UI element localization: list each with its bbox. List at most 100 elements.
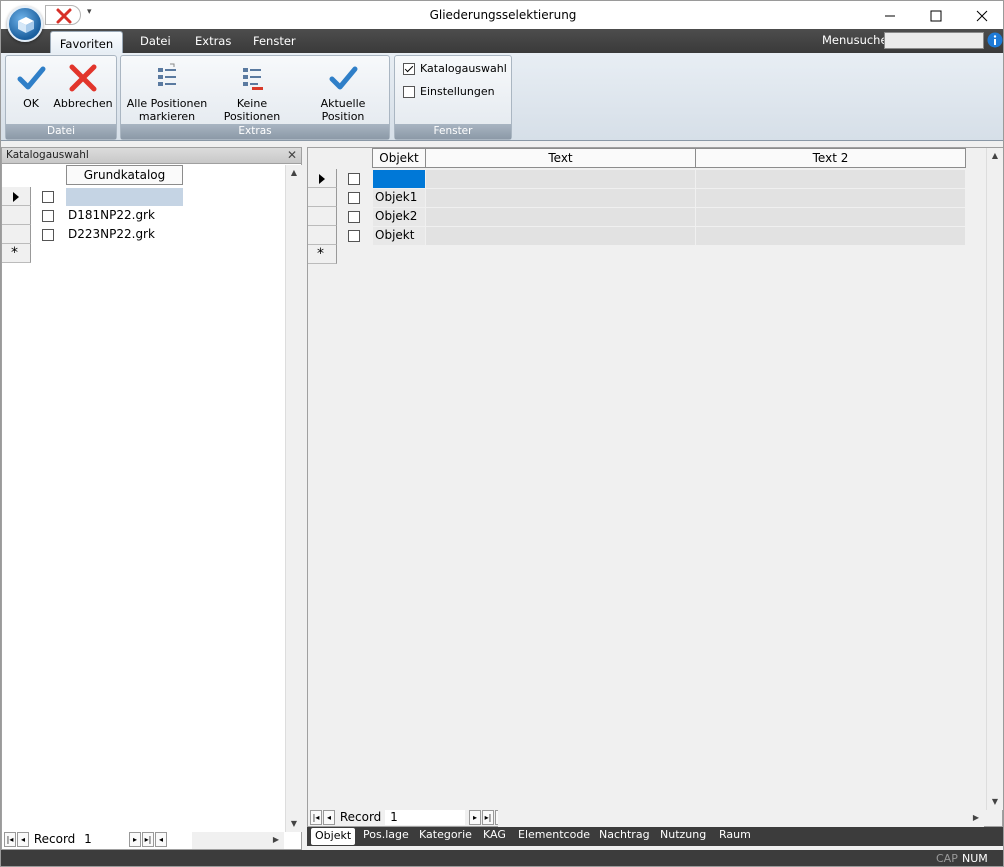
tab-raum[interactable]: Raum [719, 828, 751, 841]
column-header-objekt[interactable]: Objekt [372, 148, 426, 168]
hscroll-right-icon[interactable]: ▶ [968, 810, 984, 826]
katalogauswahl-toggle[interactable]: Katalogauswahl [403, 62, 507, 75]
text-cell[interactable] [426, 208, 695, 226]
right-vertical-scrollbar[interactable]: ▲ ▼ [986, 148, 1003, 810]
alle-label-2: markieren [138, 110, 196, 123]
alle-positionen-button[interactable]: Alle Positionen markieren [125, 60, 209, 123]
objekt-cell[interactable] [373, 170, 425, 188]
left-record-navigator: |◂ ◂ Record 1 ▸ ▸| ◂ [4, 832, 168, 849]
tab-elementcode[interactable]: Elementcode [518, 828, 590, 841]
katalogauswahl-checkbox[interactable] [403, 63, 415, 75]
cube-logo-icon [18, 17, 34, 33]
next-record-icon[interactable]: ▸ [128, 832, 141, 847]
column-header-text[interactable]: Text [425, 148, 696, 168]
row-selector[interactable] [308, 169, 337, 188]
last-record-icon[interactable]: ▸| [481, 810, 494, 825]
objekt-cell[interactable]: Objek1 [373, 189, 425, 207]
tab-favoriten[interactable]: Favoriten [50, 31, 123, 54]
row-checkbox[interactable] [348, 173, 360, 185]
text2-cell[interactable] [696, 208, 965, 226]
row-check-cell[interactable] [31, 225, 66, 244]
objekt-grid-panel: Objekt Text Text 2 Objek1 Objek2 Objekt … [307, 147, 1003, 827]
scroll-up-icon[interactable]: ▲ [987, 148, 1003, 164]
scroll-down-icon[interactable]: ▼ [987, 794, 1003, 810]
group-label-extras: Extras [121, 124, 389, 139]
close-button[interactable] [959, 1, 1003, 29]
tab-fenster[interactable]: Fenster [253, 34, 296, 48]
checkmark-current-icon [329, 66, 358, 90]
einstellungen-checkbox[interactable] [403, 86, 415, 98]
tab-extras[interactable]: Extras [195, 34, 231, 48]
first-record-icon[interactable]: |◂ [4, 832, 16, 847]
menusuche-label: Menusuche [822, 33, 888, 47]
record-number-input[interactable]: 1 [79, 832, 126, 847]
tab-pos-lage[interactable]: Pos.lage [363, 828, 409, 841]
text-cell[interactable] [426, 189, 695, 207]
objekt-cell[interactable]: Objek2 [373, 208, 425, 226]
right-horizontal-scrollbar[interactable]: ▶ [498, 810, 984, 827]
abbrechen-button[interactable]: Abbrechen [52, 60, 114, 110]
grundkatalog-cell[interactable] [66, 188, 183, 206]
last-record-icon[interactable]: ▸| [141, 832, 154, 847]
row-selector[interactable] [308, 207, 337, 226]
row-check-cell[interactable] [337, 169, 372, 188]
column-header-grundkatalog[interactable]: Grundkatalog [66, 165, 183, 185]
text-cell[interactable] [426, 170, 695, 188]
menusuche-input[interactable] [884, 32, 984, 49]
row-check-cell[interactable] [337, 207, 372, 226]
column-header-text2[interactable]: Text 2 [695, 148, 966, 168]
prev-record-icon[interactable]: ◂ [17, 832, 29, 847]
panel-close-icon[interactable]: ✕ [287, 148, 297, 162]
text2-cell[interactable] [696, 170, 965, 188]
grundkatalog-cell[interactable]: D223NP22.grk [66, 226, 183, 244]
row-checkbox[interactable] [42, 229, 54, 241]
row-checkbox[interactable] [348, 230, 360, 242]
row-selector[interactable] [308, 188, 337, 207]
ok-button[interactable]: OK [10, 60, 52, 110]
row-check-cell[interactable] [337, 188, 372, 207]
right-record-navigator: |◂◂ Record 1 ▸▸|◂ [310, 810, 508, 827]
tab-objekt[interactable]: Objekt [311, 828, 356, 845]
prev-record-icon[interactable]: ◂ [323, 810, 335, 825]
text-cell[interactable] [426, 227, 695, 245]
scroll-down-icon[interactable]: ▼ [286, 816, 302, 832]
scroll-up-icon[interactable]: ▲ [286, 165, 302, 181]
objekt-cell[interactable]: Objekt [373, 227, 425, 245]
row-check-cell[interactable] [31, 206, 66, 225]
hscroll-right-icon[interactable]: ▶ [268, 832, 284, 848]
row-checkbox[interactable] [348, 211, 360, 223]
tab-nutzung[interactable]: Nutzung [660, 828, 706, 841]
new-row-selector[interactable]: * [308, 245, 337, 264]
row-selector[interactable] [2, 187, 31, 206]
hscroll-left-icon[interactable]: ◂ [154, 832, 167, 847]
grundkatalog-cell[interactable]: D181NP22.grk [66, 207, 183, 225]
tab-nachtrag[interactable]: Nachtrag [599, 828, 650, 841]
ribbon-tab-row: Favoriten Datei Extras Fenster Menusuche [1, 29, 1003, 54]
application-menu-button[interactable] [7, 6, 43, 42]
row-selector[interactable] [2, 225, 31, 244]
new-row-icon: * [11, 245, 18, 261]
next-record-icon[interactable]: ▸ [468, 810, 481, 825]
left-vertical-scrollbar[interactable]: ▲ ▼ [285, 165, 302, 832]
row-selector[interactable] [2, 206, 31, 225]
row-selector[interactable] [308, 226, 337, 245]
info-icon[interactable] [987, 32, 1003, 48]
new-row-selector[interactable]: * [2, 244, 31, 263]
row-check-cell[interactable] [31, 187, 66, 206]
text2-cell[interactable] [696, 227, 965, 245]
text2-cell[interactable] [696, 189, 965, 207]
minimize-button[interactable] [867, 1, 913, 29]
record-number-input[interactable]: 1 [385, 810, 466, 825]
first-record-icon[interactable]: |◂ [310, 810, 322, 825]
row-check-cell[interactable] [337, 226, 372, 245]
row-checkbox[interactable] [348, 192, 360, 204]
maximize-button[interactable] [913, 1, 959, 29]
einstellungen-toggle[interactable]: Einstellungen [403, 85, 495, 98]
bottom-tab-bar: Objekt Pos.lage Kategorie KAG Elementcod… [307, 827, 1003, 846]
left-horizontal-scrollbar[interactable]: ▶ [192, 832, 284, 849]
row-checkbox[interactable] [42, 191, 54, 203]
tab-kategorie[interactable]: Kategorie [419, 828, 472, 841]
row-checkbox[interactable] [42, 210, 54, 222]
tab-kag[interactable]: KAG [483, 828, 506, 841]
tab-datei[interactable]: Datei [140, 34, 171, 48]
